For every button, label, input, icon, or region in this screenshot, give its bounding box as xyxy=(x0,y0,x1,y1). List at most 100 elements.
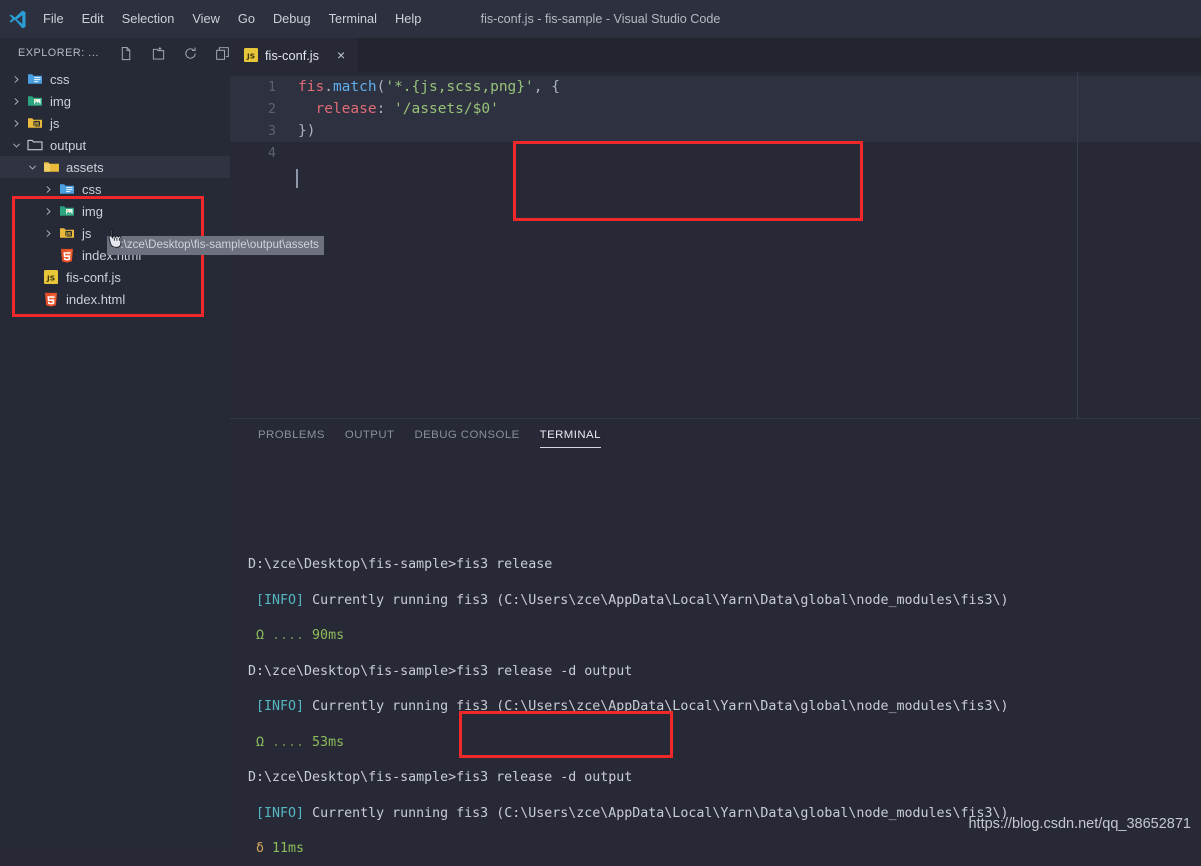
code-line: 1 fis.match('*.{js,scss,png}', { xyxy=(230,76,1201,98)
terminal-text: .... xyxy=(264,734,305,750)
code-token: release xyxy=(315,101,377,117)
tree-folder-js[interactable]: JS js xyxy=(0,112,230,134)
chevron-right-icon[interactable] xyxy=(8,68,24,90)
code-line: 3}) xyxy=(230,120,1201,142)
explorer-title: EXPLORER: ... xyxy=(18,47,99,59)
terminal-text: 90ms xyxy=(304,628,345,643)
new-folder-icon[interactable] xyxy=(143,41,175,65)
chevron-right-icon xyxy=(40,244,56,266)
menu-go[interactable]: Go xyxy=(229,0,264,38)
terminal-text: [INFO] xyxy=(256,699,305,714)
svg-text:JS: JS xyxy=(46,274,55,283)
tree-item-label: assets xyxy=(66,159,104,175)
folder-img-icon xyxy=(24,90,46,112)
terminal-output[interactable]: D:\zce\Desktop\fis-sample>fis3 release [… xyxy=(230,452,1201,866)
menu-help[interactable]: Help xyxy=(386,0,430,38)
panel-tab-output[interactable]: OUTPUT xyxy=(335,419,405,452)
menu-edit[interactable]: Edit xyxy=(73,0,113,38)
tree-folder-assets[interactable]: assets xyxy=(0,156,230,178)
html5-icon xyxy=(56,244,78,266)
tree-folder-output[interactable]: output xyxy=(0,134,230,156)
code-token: '*.{js,scss,png}' xyxy=(385,79,534,95)
svg-text:JS: JS xyxy=(246,52,255,61)
terminal-line: Ω .... 53ms xyxy=(248,725,1201,761)
line-number: 1 xyxy=(267,79,276,95)
tree-item-label: img xyxy=(50,93,71,109)
editor-tab-bar: JS fis-conf.js × xyxy=(230,38,1201,72)
code-token: . xyxy=(324,79,333,95)
panel-tab-debug-console[interactable]: DEBUG CONSOLE xyxy=(404,419,529,452)
chevron-right-icon xyxy=(24,266,40,288)
explorer-actions xyxy=(111,41,239,65)
code-token: fis xyxy=(298,79,325,95)
code-token: : xyxy=(376,101,395,117)
tab-fis-conf-js[interactable]: JS fis-conf.js × xyxy=(230,38,359,72)
tree-file-index-html[interactable]: index.html xyxy=(0,288,230,310)
folder-open-icon xyxy=(40,156,62,178)
chevron-right-icon[interactable] xyxy=(40,178,56,200)
explorer-sidebar: EXPLORER: ... css img JS js output asset… xyxy=(0,38,324,846)
terminal-text: [INFO] xyxy=(256,592,305,608)
chevron-down-icon[interactable] xyxy=(8,134,24,156)
tree-file-fis-conf-js[interactable]: JS fis-conf.js xyxy=(0,266,230,288)
menu-view[interactable]: View xyxy=(183,0,229,38)
terminal-line: D:\zce\Desktop\fis-sample>fis3 release -… xyxy=(248,654,1201,690)
explorer-header: EXPLORER: ... xyxy=(0,38,230,68)
chevron-right-icon[interactable] xyxy=(40,200,56,222)
line-number: 2 xyxy=(267,101,276,117)
line-number: 4 xyxy=(267,145,276,161)
terminal-text: Ω xyxy=(248,734,265,750)
editor-area: JS fis-conf.js × 1 fis.match('*.{js,scss,… xyxy=(230,38,1201,418)
close-icon[interactable]: × xyxy=(332,46,350,64)
terminal-text: .... xyxy=(264,628,305,643)
tree-folder-img[interactable]: img xyxy=(0,200,230,222)
minimap-divider xyxy=(1077,72,1078,418)
terminal-text: 11ms xyxy=(264,841,305,856)
menu-bar: File Edit Selection View Go Debug Termin… xyxy=(34,0,430,38)
terminal-text: D:\zce\Desktop\fis-sample>fis3 release xyxy=(248,557,553,572)
code-token: }) xyxy=(298,123,316,139)
chevron-right-icon xyxy=(24,288,40,310)
code-editor[interactable]: 1 fis.match('*.{js,scss,png}', {2 release… xyxy=(230,72,1201,418)
tree-item-label: js xyxy=(50,115,60,131)
panel-tab-problems[interactable]: PROBLEMS xyxy=(248,419,335,452)
chevron-down-icon[interactable] xyxy=(24,156,40,178)
code-token: , { xyxy=(533,79,560,95)
folder-img-icon xyxy=(56,200,78,222)
terminal-text: [INFO] xyxy=(256,805,305,821)
folder-js-icon: JS xyxy=(56,222,78,244)
terminal-text: δ xyxy=(248,841,265,856)
panel-tab-bar: PROBLEMS OUTPUT DEBUG CONSOLE TERMINAL xyxy=(230,419,1201,452)
terminal-text: D:\zce\Desktop\fis-sample>fis3 release -… xyxy=(248,663,633,679)
tree-folder-img[interactable]: img xyxy=(0,90,230,112)
code-line: 4 xyxy=(230,142,1201,164)
terminal-line: D:\zce\Desktop\fis-sample>fis3 release -… xyxy=(248,760,1201,796)
chevron-right-icon[interactable] xyxy=(8,112,24,134)
menu-selection[interactable]: Selection xyxy=(113,0,184,38)
line-number: 3 xyxy=(267,123,276,139)
tree-item-label: js xyxy=(82,225,92,241)
refresh-icon[interactable] xyxy=(175,41,207,65)
text-cursor xyxy=(296,169,298,188)
tree-folder-css[interactable]: css xyxy=(0,178,230,200)
tree-folder-css[interactable]: css xyxy=(0,68,230,90)
menu-debug[interactable]: Debug xyxy=(264,0,320,38)
chevron-right-icon[interactable] xyxy=(8,90,24,112)
html5-icon xyxy=(40,288,62,310)
panel-tab-terminal[interactable]: TERMINAL xyxy=(530,419,611,452)
menu-file[interactable]: File xyxy=(34,0,73,38)
code-text: release: '/assets/$0' xyxy=(288,101,498,117)
svg-text:JS: JS xyxy=(65,231,71,237)
menu-terminal[interactable]: Terminal xyxy=(320,0,386,38)
folder-js-icon: JS xyxy=(24,112,46,134)
folder-plain-icon xyxy=(24,134,46,156)
folder-css-icon xyxy=(56,178,78,200)
vscode-logo-icon xyxy=(0,0,34,38)
chevron-right-icon[interactable] xyxy=(40,222,56,244)
new-file-icon[interactable] xyxy=(111,41,143,65)
js-file-icon: JS xyxy=(244,48,258,62)
terminal-text: Currently running fis3 (C:\Users\zce\App… xyxy=(304,805,1009,821)
